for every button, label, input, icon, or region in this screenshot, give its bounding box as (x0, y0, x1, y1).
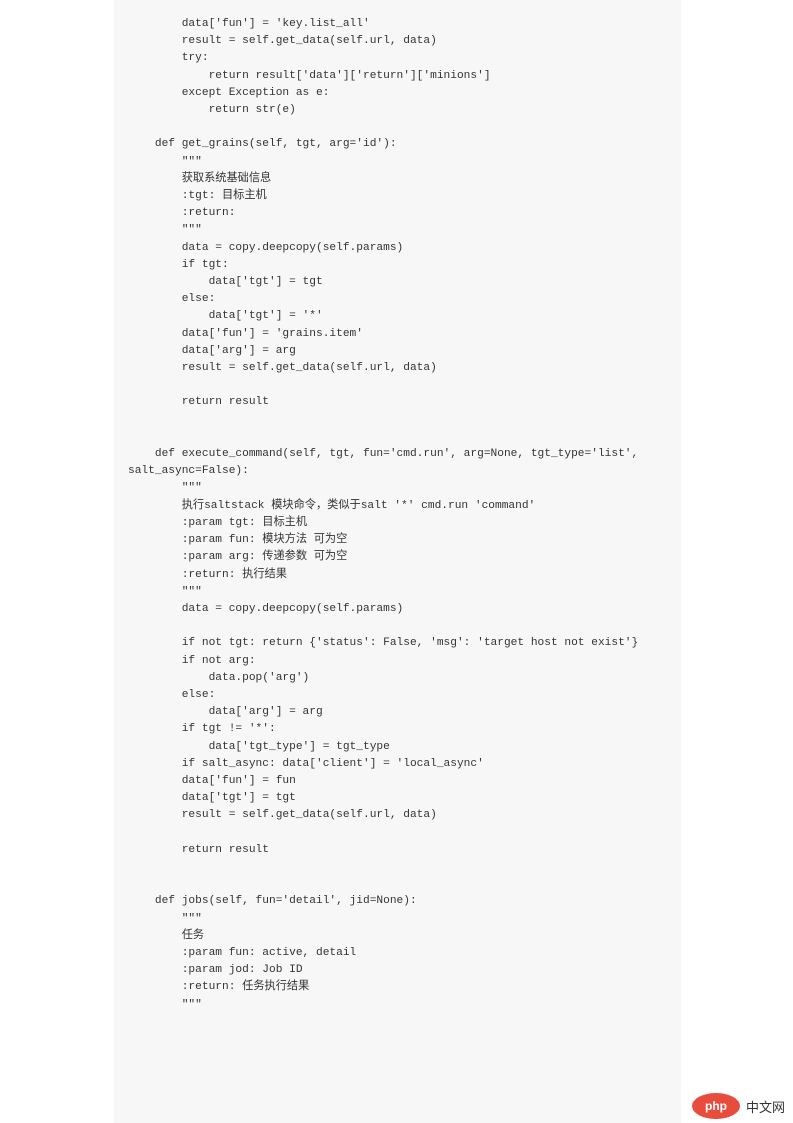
php-logo-text: php (705, 1099, 727, 1113)
site-logo-area: php 中文网 (684, 1089, 793, 1123)
php-logo-icon: php (692, 1093, 740, 1119)
code-block: data['fun'] = 'key.list_all' result = se… (114, 0, 681, 1123)
logo-label: 中文网 (746, 1097, 785, 1116)
code-content: data['fun'] = 'key.list_all' result = se… (128, 16, 667, 1014)
page-container: data['fun'] = 'key.list_all' result = se… (0, 0, 793, 1123)
